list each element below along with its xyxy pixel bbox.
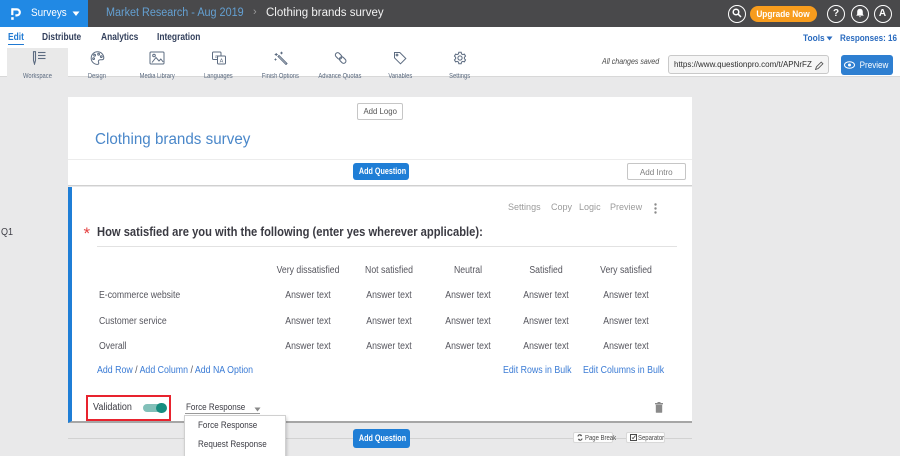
svg-text:A: A [219,58,223,64]
